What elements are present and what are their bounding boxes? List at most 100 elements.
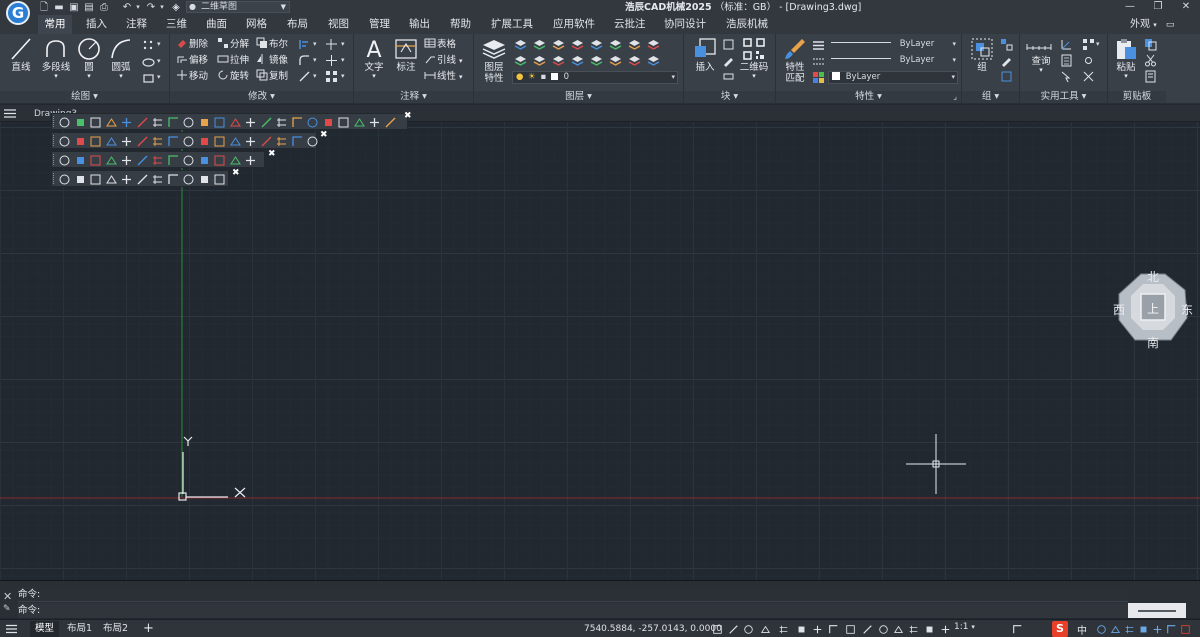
hamburger-menu-icon[interactable] (5, 624, 18, 634)
clamp-icon[interactable] (275, 135, 288, 148)
appearance-menu[interactable]: 外观 ▾ ▭ (1130, 15, 1174, 34)
annotation-group-label[interactable]: 注释 ▾ (354, 91, 473, 103)
circle-button[interactable]: 圆 ▾ (76, 36, 102, 80)
move-button[interactable]: 移动 (176, 69, 208, 84)
stretch-button[interactable]: 拉伸 (217, 53, 249, 68)
layer-on-icon[interactable] (514, 38, 527, 51)
text-button[interactable]: A 文字 ▾ (360, 36, 388, 80)
osnap-toggle-icon[interactable] (778, 624, 789, 635)
keyboard-icon[interactable] (1110, 624, 1121, 635)
table-button[interactable]: 表格 (424, 37, 456, 52)
annotation-scale[interactable]: 1:1 ▾ (954, 622, 975, 632)
toolbar-grip[interactable] (53, 173, 56, 184)
copy-clip-icon[interactable] (1144, 38, 1157, 51)
shirt-icon[interactable] (1152, 624, 1163, 635)
close-icon[interactable]: ✖ (320, 130, 328, 140)
centermark-icon[interactable] (213, 154, 226, 167)
dimension-icon[interactable] (182, 173, 195, 186)
mirror-icon[interactable] (198, 173, 211, 186)
orbit-icon[interactable] (368, 116, 381, 129)
minimize-icon[interactable]: — (1120, 0, 1140, 15)
layer-walk-icon[interactable] (647, 38, 660, 51)
explode-button[interactable]: 分解 (217, 37, 249, 52)
view-cube-west[interactable]: 西 (1113, 301, 1125, 318)
hole-icon[interactable] (105, 116, 118, 129)
tab-extended-tools[interactable]: 扩展工具 (491, 15, 533, 34)
weld-icon[interactable] (136, 116, 149, 129)
polyline-button[interactable]: 多段线 ▾ (38, 36, 74, 80)
annotation-visibility-icon[interactable] (878, 624, 889, 635)
hamburger-menu-icon[interactable] (3, 108, 17, 119)
tab-layout1[interactable]: 布局1 (62, 621, 97, 637)
clean-screen-icon[interactable] (1012, 624, 1023, 635)
add-layout-button[interactable]: + (138, 621, 159, 637)
workspace-select[interactable]: ● 二维草图 ▼ (186, 1, 290, 13)
lineweight-toggle-icon[interactable] (828, 624, 839, 635)
tab-home[interactable]: 常用 (38, 15, 72, 34)
rotate-button[interactable]: 旋转 (217, 69, 249, 84)
undo-dropdown-icon[interactable]: ▾ (134, 1, 142, 14)
id-point-icon[interactable] (1082, 54, 1095, 67)
close-icon[interactable]: ✖ (268, 149, 276, 159)
toolbar-grip[interactable] (53, 116, 56, 127)
arc-button[interactable]: 圆弧 ▾ (106, 36, 136, 80)
ime-language[interactable]: 中 (1077, 622, 1087, 637)
block-group-label[interactable]: 块 ▾ (684, 91, 775, 103)
mirror-button[interactable]: 镜像 (256, 53, 288, 68)
cam-icon[interactable] (244, 135, 257, 148)
tab-mechanical[interactable]: 浩辰机械 (726, 15, 768, 34)
chevron-down-icon[interactable]: ▾ (313, 40, 317, 48)
section-icon[interactable] (260, 116, 273, 129)
layer-on-icon[interactable] (514, 54, 527, 67)
ungroup-icon[interactable] (1000, 38, 1013, 51)
datum-icon[interactable] (167, 116, 180, 129)
properties-group-label[interactable]: 特性 ▾ ⌟ (776, 91, 961, 103)
note-icon[interactable] (182, 154, 195, 167)
save-as-icon[interactable]: ▤ (83, 1, 95, 14)
square-icon[interactable] (74, 173, 87, 186)
auto-scale-icon[interactable] (893, 624, 904, 635)
boolean-button[interactable]: 布尔 (256, 37, 288, 52)
weld-icon[interactable] (167, 173, 180, 186)
spring-icon[interactable] (105, 135, 118, 148)
tab-annotate[interactable]: 注释 (126, 15, 147, 34)
bom-icon[interactable] (213, 116, 226, 129)
close-icon[interactable]: ✖ (232, 168, 240, 178)
ribbon-toggle-icon[interactable]: ▭ (1166, 20, 1175, 30)
print-icon[interactable]: ⎙ (98, 1, 110, 14)
chevron-down-icon[interactable]: ▾ (313, 72, 317, 80)
toolbar-grip[interactable] (53, 135, 56, 146)
layer-off-icon[interactable] (533, 38, 546, 51)
layer-freeze-icon[interactable] (571, 54, 584, 67)
layer-walk-icon[interactable] (647, 54, 660, 67)
tab-3d[interactable]: 三维 (166, 15, 187, 34)
surface-icon[interactable] (182, 116, 195, 129)
assistant-icon[interactable] (1180, 624, 1191, 635)
weld-symbol-icon[interactable] (58, 154, 71, 167)
create-block-icon[interactable] (722, 38, 735, 51)
washer-icon[interactable] (151, 135, 164, 148)
layer-off-icon[interactable] (533, 54, 546, 67)
cut-icon[interactable] (1144, 54, 1157, 67)
centerline-icon[interactable] (89, 116, 102, 129)
open-folder-icon[interactable]: ▬ (53, 1, 65, 14)
user-icon[interactable] (1138, 624, 1149, 635)
chevron-down-icon[interactable]: ▾ (313, 56, 317, 64)
pulley-icon[interactable] (213, 135, 226, 148)
bracket-icon[interactable] (291, 135, 304, 148)
offset-icon[interactable] (213, 173, 226, 186)
offset-button[interactable]: 偏移 (176, 53, 208, 68)
measure-icon[interactable] (1026, 38, 1052, 51)
chevron-down-icon[interactable]: ▾ (157, 40, 161, 48)
tab-collaboration[interactable]: 协同设计 (664, 15, 706, 34)
datum-target-icon[interactable] (89, 154, 102, 167)
app-logo-icon[interactable]: G (6, 1, 30, 25)
scale-icon[interactable] (325, 54, 338, 67)
workspace-icon[interactable] (908, 624, 919, 635)
rectangle-icon[interactable] (142, 72, 155, 85)
point-grid-icon[interactable] (142, 39, 155, 52)
tab-layout[interactable]: 布局 (287, 15, 308, 34)
join-icon[interactable] (298, 70, 311, 83)
section-symbol-icon[interactable] (151, 154, 164, 167)
toolbar-grip[interactable] (53, 154, 56, 165)
